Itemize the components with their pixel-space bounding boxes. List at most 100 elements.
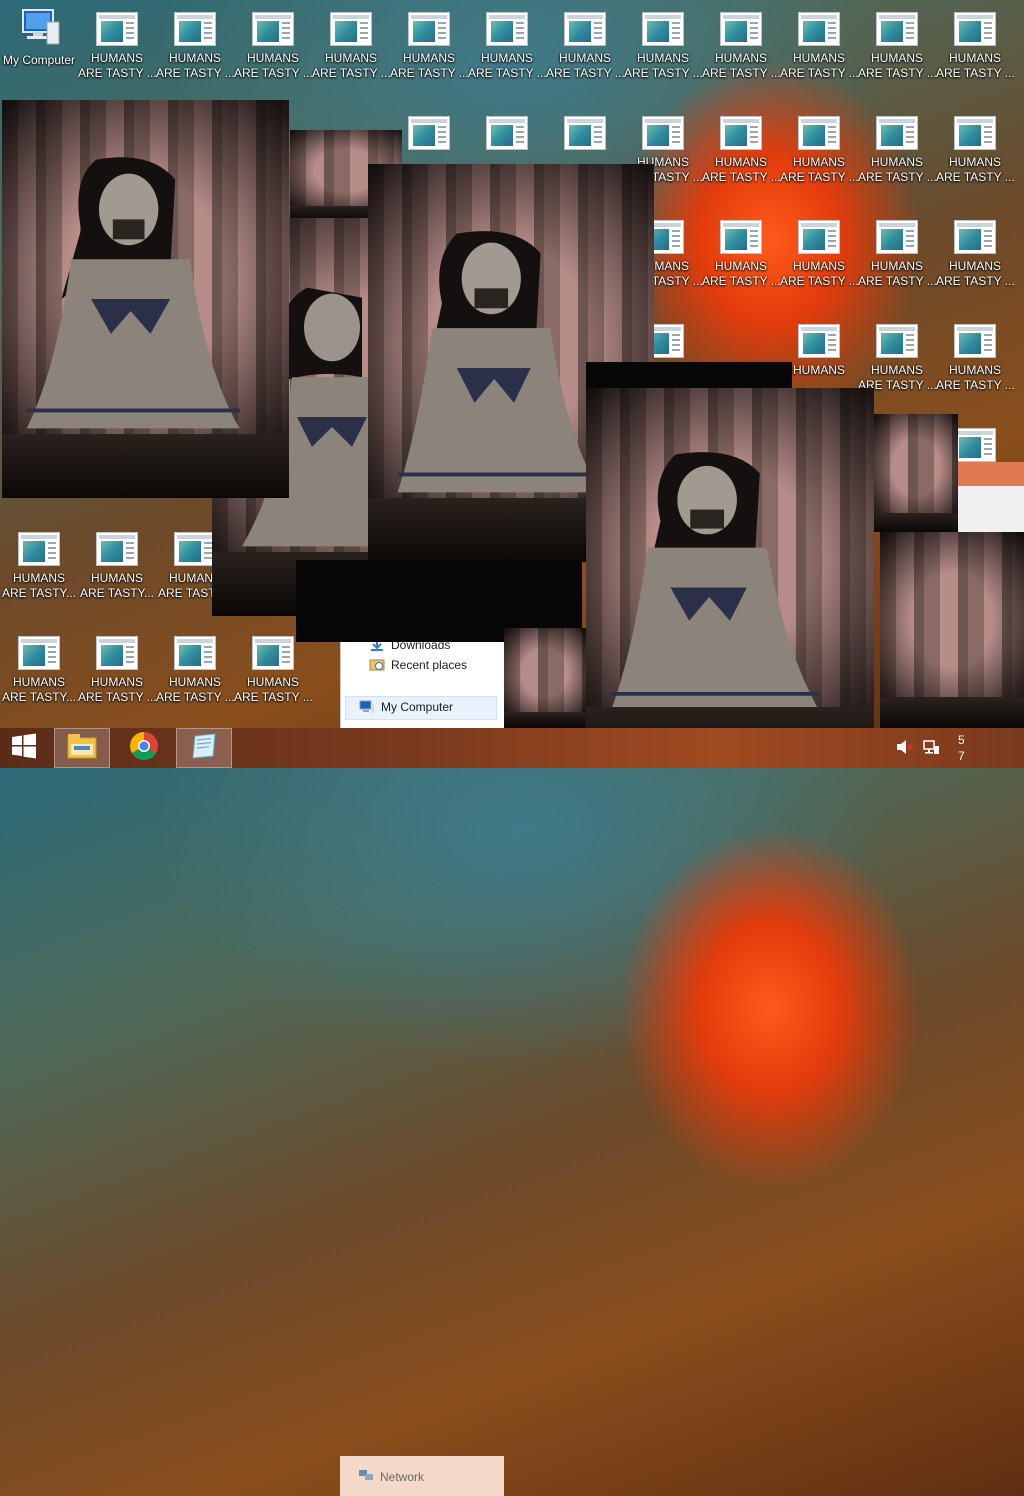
desktop: My Computer HUMANS ARE TASTY ... HUMANS AR… — [0, 0, 1024, 728]
humans-desktop-icon[interactable]: HUMANS ARE TASTY ... — [390, 0, 468, 100]
application-window-icon — [720, 220, 762, 254]
application-window-icon — [96, 532, 138, 566]
humans-desktop-icon[interactable]: HUMANS ARE TASTY ... — [546, 0, 624, 100]
taskbar-chrome[interactable] — [116, 728, 172, 768]
desktop-icon-label: HUMANS ARE TASTY ... — [312, 51, 390, 80]
doll-image-window[interactable] — [586, 388, 874, 728]
desktop-icon-label: HUMANS ARE TASTY ... — [390, 51, 468, 80]
volume-muted-icon[interactable] — [896, 739, 914, 758]
humans-desktop-icon[interactable]: HUMANS ARE TASTY ... — [702, 104, 780, 204]
application-window-icon — [954, 12, 996, 46]
desktop-icon-label: HUMANS ARE TASTY ... — [546, 51, 624, 80]
nav-item-network[interactable]: Network — [358, 1468, 424, 1485]
desktop-icon-label: HUMANS ARE TASTY ... — [858, 51, 936, 80]
file-explorer-icon — [66, 732, 98, 765]
humans-desktop-icon[interactable]: HUMANS ARE TASTY... — [78, 520, 156, 620]
humans-desktop-icon[interactable]: HUMANS ARE TASTY ... — [936, 0, 1014, 100]
humans-desktop-icon[interactable]: HUMANS ARE TASTY ... — [78, 624, 156, 724]
application-window-icon — [174, 532, 216, 566]
humans-desktop-icon[interactable]: HUMANS ARE TASTY... — [0, 520, 78, 620]
humans-desktop-icon[interactable]: HUMANS ARE TASTY ... — [858, 104, 936, 204]
desktop-icon-label: HUMANS ARE TASTY ... — [702, 155, 780, 184]
application-window-icon — [18, 636, 60, 670]
doll-figure-icon — [610, 452, 820, 711]
recent-places-icon — [369, 658, 385, 672]
application-window-icon — [798, 220, 840, 254]
desktop-icon-label: HUMANS ARE TASTY... — [1, 675, 77, 704]
windows-logo-icon — [11, 733, 37, 764]
application-window-icon — [564, 116, 606, 150]
application-window-icon — [954, 324, 996, 358]
humans-desktop-icon[interactable]: HUMANS ARE TASTY ... — [624, 0, 702, 100]
desktop-icon-label: HUMANS ARE TASTY ... — [156, 51, 234, 80]
application-window-icon — [486, 12, 528, 46]
desktop-icon-label: HUMANS ARE TASTY ... — [780, 51, 858, 80]
taskbar-notepad[interactable] — [176, 728, 232, 768]
nav-item-my-computer[interactable]: My Computer — [359, 700, 453, 714]
desktop-icon-label: HUMANS ARE TASTY ... — [702, 51, 780, 80]
humans-desktop-icon[interactable]: HUMANS ARE TASTY ... — [702, 0, 780, 100]
desktop-icon-label: My Computer — [2, 53, 76, 67]
my-computer-desktop-icon[interactable]: My Computer — [0, 0, 78, 100]
humans-desktop-icon[interactable]: HUMANS ARE TASTY ... — [936, 208, 1014, 308]
system-tray — [896, 728, 940, 768]
application-window-icon — [720, 12, 762, 46]
nav-item-recent-places[interactable]: Recent places — [369, 658, 467, 672]
desktop-icon-label: HUMANS ARE TASTY... — [1, 571, 77, 600]
network-icon — [358, 1468, 374, 1485]
application-window-icon — [798, 324, 840, 358]
humans-desktop-icon[interactable]: HUMANS ARE TASTY ... — [858, 208, 936, 308]
application-window-icon — [798, 116, 840, 150]
application-window-icon — [954, 428, 996, 462]
application-window-icon — [642, 12, 684, 46]
desktop-icon-label: HUMANS ARE TASTY ... — [858, 155, 936, 184]
humans-desktop-icon[interactable]: HUMANS ARE TASTY ... — [156, 624, 234, 724]
application-window-icon — [876, 116, 918, 150]
doll-image-window[interactable] — [880, 532, 1024, 728]
application-window-icon — [486, 116, 528, 150]
application-window-icon — [174, 636, 216, 670]
explorer-nav-network-strip[interactable]: Network — [340, 1456, 504, 1496]
network-status-icon[interactable] — [922, 739, 940, 758]
humans-desktop-icon[interactable]: HUMANS ARE TASTY ... — [780, 0, 858, 100]
humans-desktop-icon[interactable]: HUMANS ARE TASTY ... — [936, 104, 1014, 204]
doll-image-window[interactable] — [504, 628, 586, 728]
humans-desktop-icon[interactable]: HUMANS ARE TASTY ... — [780, 104, 858, 204]
desktop-icon-label: HUMANS ARE TASTY ... — [936, 155, 1014, 184]
doll-image-window[interactable] — [874, 414, 958, 532]
humans-desktop-icon[interactable]: HUMANS ARE TASTY ... — [936, 312, 1014, 412]
application-window-icon — [876, 12, 918, 46]
taskbar-clock[interactable]: 5 7 — [958, 732, 965, 764]
desktop-icon-label: HUMANS ARE TASTY ... — [936, 363, 1014, 392]
humans-desktop-icon[interactable]: HUMANS ARE TASTY ... — [468, 0, 546, 100]
humans-desktop-icon[interactable]: HUMANS ARE TASTY ... — [78, 0, 156, 100]
application-window-icon — [876, 220, 918, 254]
application-window-icon — [18, 532, 60, 566]
computer-icon — [359, 700, 375, 714]
doll-image-window[interactable] — [2, 100, 289, 498]
humans-desktop-icon[interactable]: HUMANS ARE TASTY ... — [156, 0, 234, 100]
chrome-icon — [129, 731, 159, 766]
desktop-icon-label: HUMANS ARE TASTY ... — [858, 259, 936, 288]
taskbar-file-explorer[interactable] — [54, 728, 110, 768]
desktop-icon-label: HUMANS ARE TASTY ... — [624, 51, 702, 80]
notepad-icon — [189, 732, 219, 765]
desktop-icon-label: HUMANS ARE TASTY ... — [936, 51, 1014, 80]
file-explorer-navigation-pane: Downloads Recent places My Computer — [340, 630, 505, 728]
humans-desktop-icon[interactable]: HUMANS ARE TASTY ... — [858, 0, 936, 100]
humans-desktop-icon[interactable]: HUMANS ARE TASTY ... — [312, 0, 390, 100]
humans-desktop-icon[interactable]: HUMANS ARE TASTY ... — [234, 0, 312, 100]
application-window-icon — [798, 12, 840, 46]
application-window-icon — [252, 12, 294, 46]
humans-desktop-icon[interactable]: HUMANS ARE TASTY ... — [780, 208, 858, 308]
desktop-icon-label: HUMANS ARE TASTY ... — [78, 675, 156, 704]
desktop-icon-label: HUMANS ARE TASTY ... — [468, 51, 546, 80]
start-button[interactable] — [0, 728, 48, 768]
desktop-icon-label: HUMANS ARE TASTY ... — [780, 155, 858, 184]
desktop-icon-label: HUMANS ARE TASTY ... — [156, 675, 234, 704]
humans-desktop-icon[interactable]: HUMANS ARE TASTY... — [0, 624, 78, 724]
humans-desktop-icon[interactable]: HUMANS ARE TASTY ... — [702, 208, 780, 308]
application-window-icon — [96, 636, 138, 670]
desktop-icon-label: HUMANS ARE TASTY ... — [702, 259, 780, 288]
application-window-icon — [252, 636, 294, 670]
